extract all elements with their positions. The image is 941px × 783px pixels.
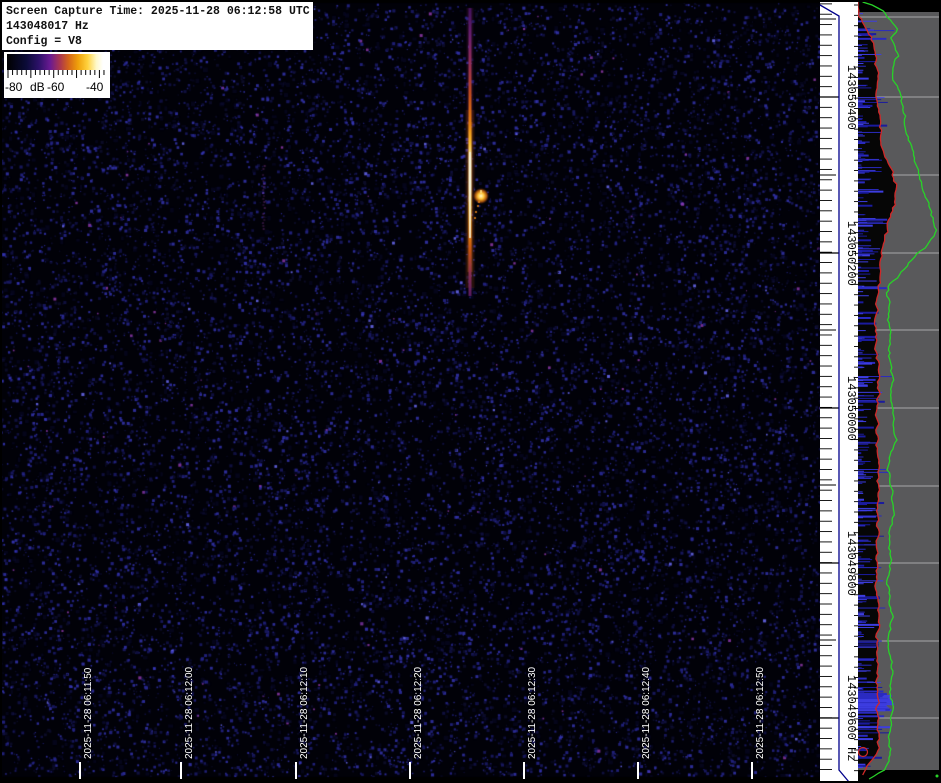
time-tick [637, 762, 639, 779]
capture-time-text: Screen Capture Time: 2025-11-28 06:12:58… [6, 4, 313, 19]
config-text: Config = V8 [6, 34, 313, 49]
time-tick [751, 762, 753, 779]
time-label: 2025-11-28 06:12:00 [184, 667, 195, 759]
spectrum-panel [858, 0, 941, 783]
spectrogram-screen: 2025-11-28 06:11:50 2025-11-28 06:12:00 20… [0, 0, 941, 783]
time-tick [523, 762, 525, 779]
frequency-label: 143050200 [844, 221, 858, 286]
frequency-label: 143049600 Hz [844, 675, 858, 761]
time-tick [409, 762, 411, 779]
time-tick [180, 762, 182, 779]
time-tick [79, 762, 81, 779]
frequency-label: 143050000 [844, 376, 858, 441]
time-tick [295, 762, 297, 779]
colorbar-label: -80 [5, 80, 22, 94]
time-label: 2025-11-28 06:11:50 [83, 668, 94, 759]
colorbar-label: dB [30, 80, 45, 94]
time-label: 2025-11-28 06:12:50 [755, 667, 766, 759]
colorbar-ticks [7, 70, 105, 80]
frequency-label: 143050400 [844, 65, 858, 130]
colorbar-label: -40 [86, 80, 103, 94]
frequency-label: 143049800 [844, 531, 858, 596]
colorbar-label: -60 [47, 80, 64, 94]
frequency-text: 143048017 Hz [6, 19, 313, 34]
info-box: Screen Capture Time: 2025-11-28 06:12:58… [2, 2, 313, 50]
time-label: 2025-11-28 06:12:10 [299, 667, 310, 759]
time-label: 2025-11-28 06:12:30 [527, 667, 538, 759]
colorbar-gradient [7, 54, 103, 70]
spectrogram-waterfall [0, 0, 822, 783]
time-label: 2025-11-28 06:12:20 [413, 667, 424, 759]
colorbar-legend: -80 dB-60 -40 [4, 52, 110, 98]
time-label: 2025-11-28 06:12:40 [641, 667, 652, 759]
